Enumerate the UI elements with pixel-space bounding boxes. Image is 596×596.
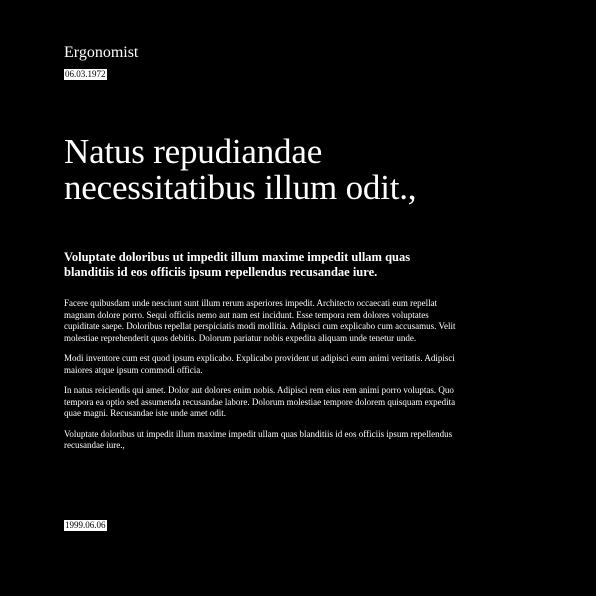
body-paragraph: Facere quibusdam unde nesciunt sunt illu…	[64, 298, 456, 343]
article-subtitle: Voluptate doloribus ut impedit illum max…	[64, 250, 411, 279]
body-paragraph: Voluptate doloribus ut impedit illum max…	[64, 428, 453, 451]
article-body: Facere quibusdam unde nesciunt sunt illu…	[64, 298, 456, 461]
author-name: Ergonomist	[64, 44, 139, 61]
publish-date: 06.03.1972	[64, 69, 107, 80]
article-page: Ergonomist 06.03.1972 Natus repudiandae …	[64, 0, 464, 596]
page-title: Natus repudiandae necessitatibus illum o…	[64, 132, 417, 207]
footer-date: 1999.06.06	[64, 520, 107, 531]
body-paragraph: In natus reiciendis qui amet. Dolor aut …	[64, 385, 456, 418]
body-paragraph: Modi inventore cum est quod ipsum explic…	[64, 353, 455, 375]
